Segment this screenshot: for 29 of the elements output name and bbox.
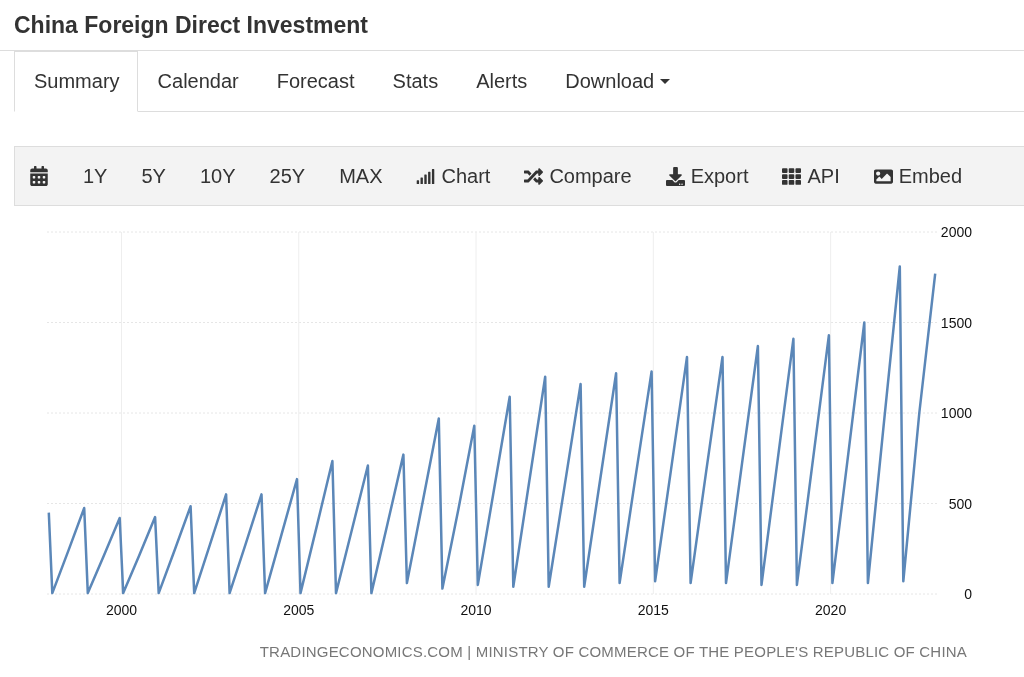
y-axis-label: 500 bbox=[948, 495, 972, 512]
x-axis-label: 2015 bbox=[637, 602, 669, 618]
image-icon bbox=[873, 166, 893, 186]
download-icon bbox=[665, 166, 685, 186]
toolbar-button[interactable]: Export bbox=[651, 164, 763, 188]
page-title: China Foreign Direct Investment bbox=[14, 11, 368, 39]
shuffle-icon bbox=[524, 166, 544, 186]
x-axis-label: 2020 bbox=[815, 602, 847, 618]
x-axis-label: 2000 bbox=[105, 602, 138, 618]
range-button[interactable]: 10Y bbox=[185, 164, 250, 188]
x-axis-label: 2005 bbox=[283, 602, 315, 618]
toolbar-button[interactable]: Chart bbox=[402, 164, 505, 188]
tab[interactable]: Summary bbox=[14, 51, 138, 112]
range-button[interactable]: 5Y bbox=[127, 164, 180, 188]
x-axis-label: 2010 bbox=[460, 602, 492, 618]
bar-chart-icon bbox=[416, 166, 436, 186]
toolbar-button[interactable]: Compare bbox=[510, 164, 646, 188]
y-axis-label: 0 bbox=[964, 586, 972, 602]
toolbar-button[interactable]: API bbox=[768, 164, 854, 188]
y-axis-label: 1500 bbox=[940, 314, 972, 331]
y-axis-label: 1000 bbox=[940, 405, 972, 421]
grid-icon bbox=[782, 166, 802, 186]
range-button[interactable]: 1Y bbox=[69, 164, 122, 188]
range-button[interactable]: MAX bbox=[325, 164, 397, 188]
toolbar-button[interactable]: Embed bbox=[859, 164, 977, 188]
calendar-icon bbox=[29, 166, 49, 186]
source-text: TRADINGECONOMICS.COM | MINISTRY OF COMMERCE OF THE PEOPLE'S REPUBLIC OF CHINA bbox=[259, 643, 967, 660]
range-button[interactable]: 25Y bbox=[255, 164, 320, 188]
y-axis-label: 2000 bbox=[940, 224, 972, 240]
